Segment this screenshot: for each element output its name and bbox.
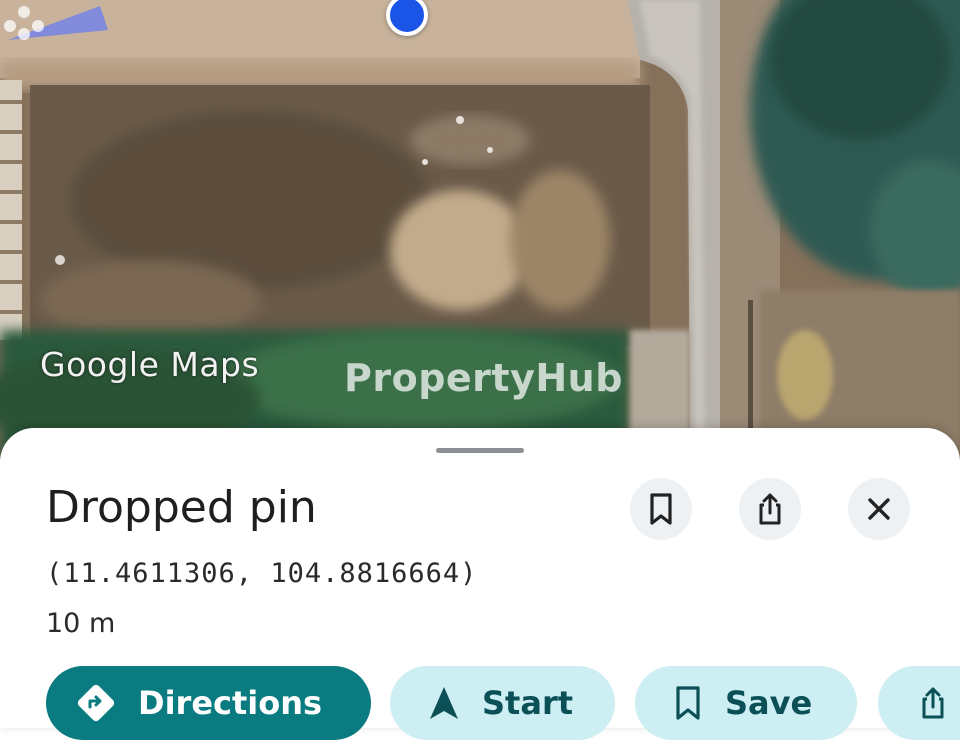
bookmark-icon (673, 685, 703, 721)
watermark-text: PropertyHub (344, 356, 623, 400)
share-icon (759, 493, 781, 525)
start-button[interactable]: Start (390, 666, 615, 740)
save-button[interactable]: Save (635, 666, 857, 740)
drag-handle[interactable] (436, 448, 524, 453)
bookmark-icon (650, 493, 672, 525)
start-label: Start (482, 684, 574, 722)
save-label: Save (725, 684, 813, 722)
satellite-map[interactable]: PropertyHub Google Maps (0, 0, 960, 460)
place-title: Dropped pin (46, 482, 317, 533)
share-icon (918, 685, 948, 721)
share-button[interactable] (739, 478, 801, 540)
bookmark-button[interactable] (630, 478, 692, 540)
distance-text: 10 m (46, 608, 116, 639)
coordinates-text: (11.4611306, 104.8816664) (46, 558, 478, 589)
navigation-arrow-icon (428, 685, 460, 721)
close-button[interactable] (848, 478, 910, 540)
share-chip-button[interactable] (878, 666, 960, 740)
google-maps-logo: Google Maps (40, 345, 260, 384)
place-bottom-sheet: Dropped pin (11.4611306, 104.8816664) 10… (0, 428, 960, 740)
directions-button[interactable]: Directions (46, 666, 371, 740)
directions-label: Directions (138, 684, 323, 722)
directions-icon (76, 683, 116, 723)
watermark-logo-icon (4, 6, 44, 40)
close-icon (868, 498, 890, 520)
